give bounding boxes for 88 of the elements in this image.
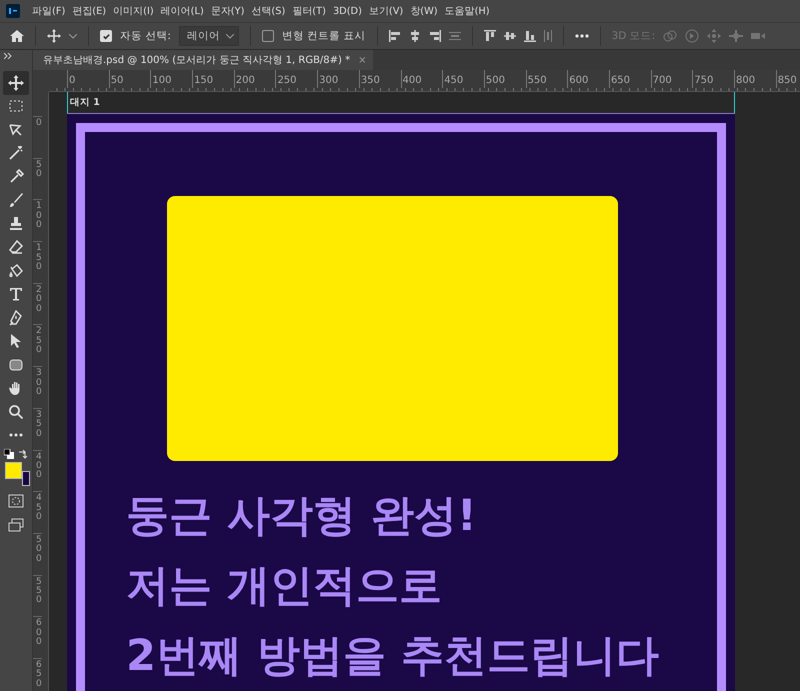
menu-item[interactable]: 문자(Y) <box>210 4 244 18</box>
ruler-label: 550 <box>526 70 568 88</box>
ruler-label: 650 <box>33 658 42 691</box>
caret-icon[interactable] <box>69 34 77 38</box>
ruler-label: 450 <box>442 70 484 88</box>
default-colors-icon[interactable] <box>4 449 14 459</box>
shape-icon <box>8 356 24 373</box>
ruler-label: 500 <box>33 532 42 575</box>
headline-text: 저는 개인적으로 <box>126 560 443 613</box>
layer-dropdown[interactable]: 레이어 <box>178 26 239 46</box>
menu-item[interactable]: 선택(S) <box>251 4 286 18</box>
ruler-label: 850 <box>776 70 800 88</box>
ruler-label: 400 <box>400 70 442 88</box>
ruler-label: 300 <box>317 70 359 88</box>
align-middle-icon[interactable] <box>504 30 516 42</box>
transform-controls-label: 변형 컨트롤 표시 <box>282 29 366 43</box>
ruler-label: 250 <box>275 70 318 88</box>
menu-item[interactable]: 파일(F) <box>32 4 66 18</box>
bucket-icon <box>8 262 24 279</box>
ruler-label: 50 <box>108 70 150 88</box>
menu-item[interactable]: 필터(T) <box>292 4 326 18</box>
menu-item[interactable]: 편집(E) <box>72 4 106 18</box>
ruler-label: 300 <box>33 366 42 408</box>
ruler-label: 500 <box>484 70 526 88</box>
menu-item[interactable]: 3D(D) <box>332 6 362 16</box>
ruler-label: 450 <box>33 491 42 533</box>
artboard-label[interactable]: 대지 1 <box>68 96 100 109</box>
ruler-label: 700 <box>650 70 692 88</box>
marquee-icon <box>8 98 24 114</box>
ruler-label: 600 <box>33 616 42 658</box>
wand-icon <box>8 145 24 162</box>
ruler-label: 750 <box>692 70 734 88</box>
type-icon <box>8 286 24 302</box>
ruler-label: 600 <box>567 70 609 88</box>
collapse-icon[interactable] <box>4 53 12 59</box>
ruler-label: 50 <box>33 158 42 200</box>
ruler-label: 350 <box>358 70 400 88</box>
ruler-label: 550 <box>33 574 42 616</box>
ruler-label: 400 <box>33 450 42 492</box>
menu-item[interactable]: 보기(V) <box>368 4 404 18</box>
menu-item[interactable]: 창(W) <box>410 4 438 18</box>
align-left-icon[interactable] <box>388 30 401 42</box>
caret-icon <box>226 34 234 38</box>
app-logo-icon[interactable] <box>6 4 20 18</box>
quick-mask-icon[interactable] <box>8 494 24 508</box>
auto-select-label: 자동 선택: <box>120 29 171 43</box>
ruler-label: 150 <box>192 70 234 88</box>
headline-text: 둥근 사각형 완성! <box>126 490 478 543</box>
swap-colors-icon[interactable] <box>18 449 28 459</box>
ruler-label: 200 <box>33 282 42 324</box>
check-icon <box>102 32 110 40</box>
ruler-label: 200 <box>234 70 276 88</box>
ruler-label: 350 <box>33 408 42 450</box>
ruler-label: 250 <box>33 324 42 366</box>
ruler-label: 100 <box>33 199 42 242</box>
auto-select-checkbox[interactable] <box>100 30 112 42</box>
more-icon <box>9 433 23 438</box>
distribute-vertical-icon[interactable] <box>544 30 552 42</box>
move-icon <box>8 74 24 91</box>
more-icon[interactable] <box>574 34 589 38</box>
menu-item[interactable]: 이미지(I) <box>113 4 154 18</box>
align-bottom-icon[interactable] <box>524 30 536 42</box>
align-right-icon[interactable] <box>428 30 441 42</box>
screen-mode-icon[interactable] <box>8 518 24 532</box>
brush-icon <box>8 192 24 208</box>
ruler-label: 0 <box>67 70 109 88</box>
distribute-icon[interactable] <box>448 32 461 40</box>
move-tool[interactable] <box>3 71 29 94</box>
foreground-color-swatch[interactable] <box>5 462 22 479</box>
align-top-icon[interactable] <box>484 30 496 42</box>
menu-item[interactable]: 도움말(H) <box>444 4 490 18</box>
ruler-label: 800 <box>734 70 776 88</box>
stamp-icon <box>8 216 24 232</box>
zoom-icon <box>8 404 24 420</box>
eraser-icon <box>8 239 24 256</box>
menu-item[interactable]: 레이어(L) <box>160 4 204 18</box>
ruler-label: 150 <box>33 241 42 283</box>
ruler-label: 0 <box>33 116 42 158</box>
headline-text: 2번째 방법을 추천드립니다 <box>126 630 660 683</box>
align-center-icon[interactable] <box>408 30 421 42</box>
transform-controls-checkbox[interactable] <box>262 30 274 42</box>
ruler-label: 100 <box>150 70 192 88</box>
move-icon[interactable] <box>47 29 61 43</box>
home-icon[interactable] <box>10 30 24 42</box>
ruler-label: 650 <box>608 70 651 88</box>
background-color-swatch[interactable] <box>22 471 30 486</box>
document-tab[interactable]: 유부초남배경.psd @ 100% (모서리가 둥근 직사각형 1, RGB/8#) * × <box>33 50 373 70</box>
pen-icon <box>8 310 24 326</box>
